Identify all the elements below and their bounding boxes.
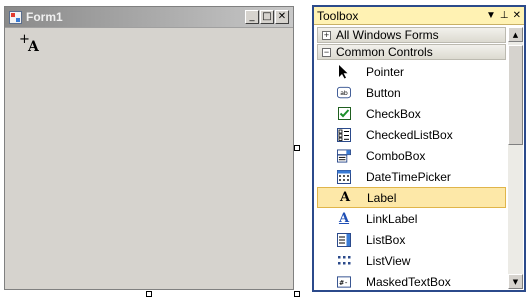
toolbox-header-buttons: ▼ ⊥ ✕ <box>486 10 521 21</box>
toolbox-item-maskedtextbox[interactable]: #- MaskedTextBox <box>317 271 506 292</box>
resize-grip-right[interactable] <box>294 145 300 151</box>
resize-grip-corner[interactable] <box>294 291 300 297</box>
resize-grip-bottom[interactable] <box>146 291 152 297</box>
listbox-icon <box>337 232 351 247</box>
toolbox-item-label: MaskedTextBox <box>366 274 451 289</box>
pointer-icon <box>337 64 351 79</box>
svg-text:ab: ab <box>340 90 348 97</box>
minimize-button[interactable]: _ <box>245 10 259 24</box>
toolbox-scrollbar[interactable]: ▲ ▼ <box>508 27 523 289</box>
toolbox-item-label: Button <box>366 85 401 100</box>
scrollbar-thumb[interactable] <box>508 45 523 145</box>
toolbox-close-icon[interactable]: ✕ <box>513 10 521 21</box>
form-designer[interactable]: Form1 _ □ ✕ + A <box>4 6 294 290</box>
close-button[interactable]: ✕ <box>275 10 289 24</box>
checkbox-icon <box>337 107 351 121</box>
scroll-up-icon[interactable]: ▲ <box>508 27 523 42</box>
form-titlebar: Form1 _ □ ✕ <box>5 7 293 28</box>
checkedlistbox-icon <box>337 127 351 142</box>
auto-hide-pin-icon[interactable]: ⊥ <box>500 10 509 21</box>
toolbox-item-listview[interactable]: ListView <box>317 250 506 271</box>
datetimepicker-icon <box>337 169 351 184</box>
toolbox-item-datetimepicker[interactable]: DateTimePicker <box>317 166 506 187</box>
svg-text:#-: #- <box>339 277 348 286</box>
toolbox-item-label: ComboBox <box>366 148 426 163</box>
form-window-icon <box>9 10 22 24</box>
tab-label: Common Controls <box>336 45 433 59</box>
form-window-controls: _ □ ✕ <box>245 10 289 24</box>
scroll-down-icon[interactable]: ▼ <box>508 274 523 289</box>
toolbox-item-label: Label <box>367 190 397 205</box>
tab-all-windows-forms[interactable]: + All Windows Forms <box>317 27 506 43</box>
toolbox-item-label-selected[interactable]: A Label <box>317 187 506 208</box>
toolbox-item-checkbox[interactable]: CheckBox <box>317 103 506 124</box>
toolbox-item-linklabel[interactable]: A LinkLabel <box>317 208 506 229</box>
toolbox-item-label: CheckedListBox <box>366 127 453 142</box>
toolbox-item-combobox[interactable]: ComboBox <box>317 145 506 166</box>
toolbox-item-pointer[interactable]: Pointer <box>317 61 506 82</box>
combobox-icon <box>337 148 351 163</box>
expand-icon[interactable]: + <box>322 30 331 40</box>
toolbox-item-label: ListBox <box>366 232 406 247</box>
toolbox-panel: Toolbox ▼ ⊥ ✕ + All Windows Forms − Comm… <box>312 5 526 292</box>
toolbox-title: Toolbox <box>317 8 359 23</box>
toolbox-body: + All Windows Forms − Common Controls Po… <box>314 25 524 290</box>
toolbox-item-label: Pointer <box>366 64 405 79</box>
maskedtextbox-icon: #- <box>337 275 351 289</box>
button-icon: ab <box>337 86 351 100</box>
toolbox-item-label: ListView <box>366 253 411 268</box>
label-icon: A <box>339 190 351 205</box>
window-position-dropdown-icon[interactable]: ▼ <box>486 10 496 21</box>
collapse-icon[interactable]: − <box>322 47 331 57</box>
toolbox-item-listbox[interactable]: ListBox <box>317 229 506 250</box>
toolbox-item-checkedlistbox[interactable]: CheckedListBox <box>317 124 506 145</box>
tab-common-controls[interactable]: − Common Controls <box>317 44 506 60</box>
toolbox-header: Toolbox ▼ ⊥ ✕ <box>314 7 524 25</box>
tab-label: All Windows Forms <box>336 28 439 42</box>
toolbox-item-label: LinkLabel <box>366 211 418 226</box>
listview-icon <box>337 254 351 268</box>
toolbox-list: + All Windows Forms − Common Controls Po… <box>317 27 506 292</box>
toolbox-item-label: CheckBox <box>366 106 421 121</box>
toolbox-item-button[interactable]: ab Button <box>317 82 506 103</box>
form-title: Form1 <box>26 10 63 24</box>
maximize-button[interactable]: □ <box>260 10 274 24</box>
toolbox-item-label: DateTimePicker <box>366 169 451 184</box>
linklabel-icon: A <box>338 211 350 226</box>
